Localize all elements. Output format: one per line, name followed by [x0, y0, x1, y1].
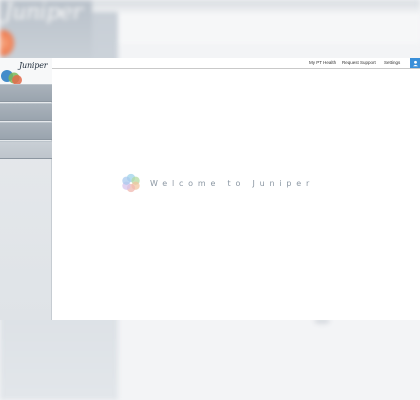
background-header-strip-2 [118, 14, 420, 44]
top-bar: My PT Health Request Support Settings [52, 58, 420, 69]
my-health-link[interactable]: My PT Health [309, 60, 336, 65]
welcome-text: Welcome to Juniper [150, 178, 315, 188]
sidebar-item-4[interactable] [0, 141, 52, 159]
sidebar-item-1[interactable] [0, 84, 52, 102]
brand-logo-text: Juniper [19, 61, 48, 70]
sidebar-item-3[interactable] [0, 122, 52, 140]
background-logo: Juniper [4, 0, 83, 25]
brand-logo[interactable]: Juniper [0, 58, 52, 84]
app-window: Juniper My PT Health Request Support Set… [0, 58, 420, 320]
background-header-strip [92, 0, 420, 12]
main-content: My PT Health Request Support Settings We… [52, 58, 420, 320]
sidebar-item-2[interactable] [0, 103, 52, 121]
settings-link[interactable]: Settings [384, 60, 400, 65]
sidebar: Juniper [0, 58, 52, 320]
request-support-link[interactable]: Request Support [342, 60, 376, 65]
user-menu-button[interactable] [410, 58, 420, 68]
juniper-flower-icon [122, 173, 140, 193]
welcome-banner: Welcome to Juniper [120, 172, 314, 194]
user-icon [412, 60, 418, 66]
